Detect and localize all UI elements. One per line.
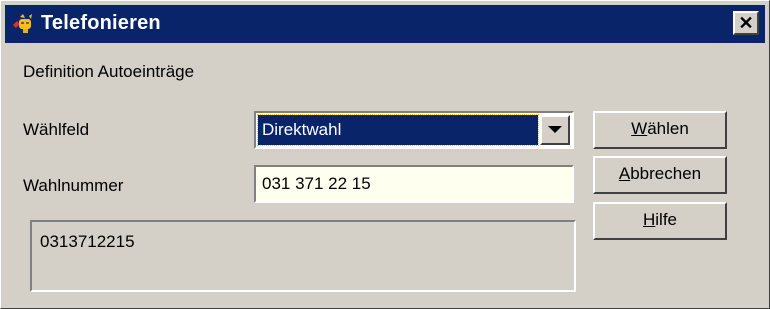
dial-number-display: 0313712215: [30, 220, 576, 292]
wahlnummer-label: Wahlnummer: [23, 176, 124, 195]
waehlen-label: ählen: [647, 119, 689, 138]
abbrechen-button[interactable]: Abbrechen: [593, 156, 727, 194]
waehlfeld-dropdown[interactable]: Direktwahl: [254, 111, 574, 149]
chevron-down-icon: [548, 126, 562, 133]
waehlen-button[interactable]: Wählen: [593, 111, 727, 149]
section-label: Definition Autoeinträge: [23, 62, 195, 81]
waehlfeld-label: Wählfeld: [23, 120, 90, 139]
waehlen-accel: W: [631, 119, 648, 138]
window-title: Telefonieren: [41, 12, 161, 34]
telephone-app-icon: [11, 13, 35, 35]
dialog-window: Telefonieren ✕ Definition Autoeinträge W…: [0, 0, 770, 309]
hilfe-accel: H: [642, 210, 656, 229]
hilfe-button[interactable]: Hilfe: [593, 202, 727, 240]
abbrechen-accel: A: [618, 164, 631, 183]
hilfe-label: ilfe: [655, 210, 677, 229]
title-bar[interactable]: Telefonieren ✕: [5, 5, 765, 43]
close-button[interactable]: ✕: [733, 11, 759, 35]
dropdown-arrow-button[interactable]: [540, 115, 570, 145]
close-icon: ✕: [738, 13, 754, 33]
waehlfeld-selected-value[interactable]: Direktwahl: [257, 114, 539, 146]
wahlnummer-input[interactable]: 031 371 22 15: [254, 165, 574, 203]
abbrechen-label: bbrechen: [630, 164, 702, 183]
